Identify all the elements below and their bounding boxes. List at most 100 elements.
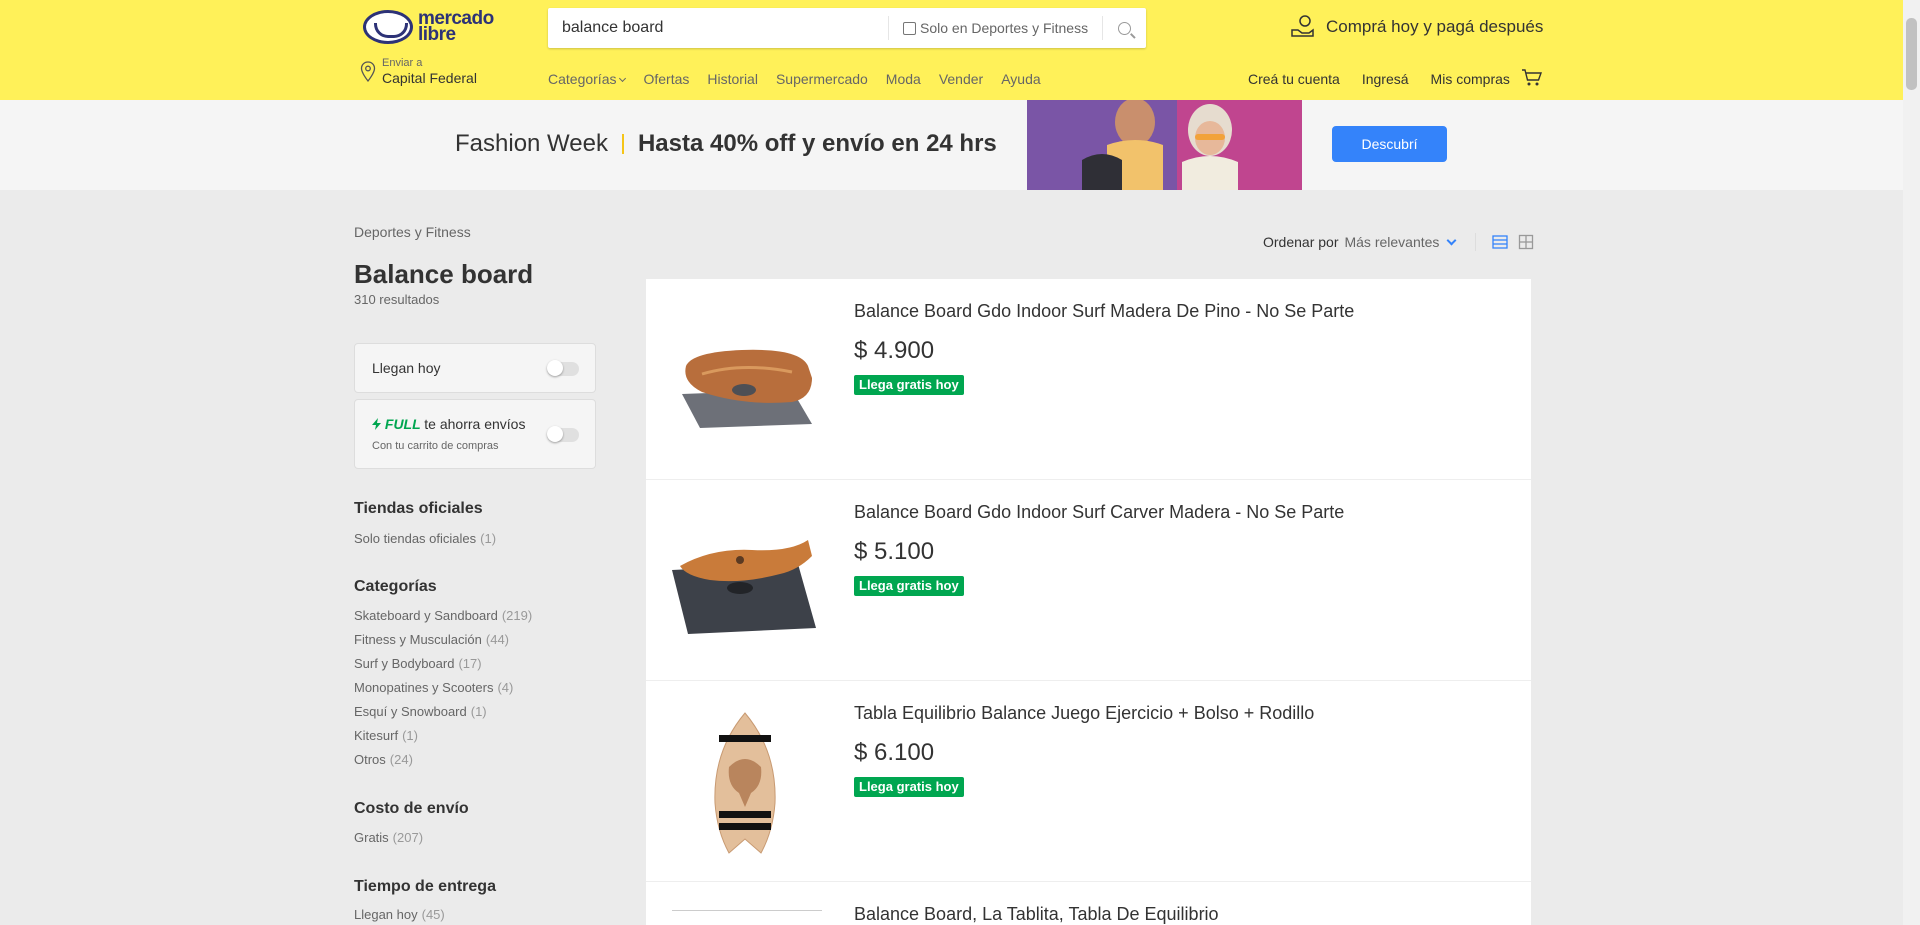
category-filter-checkbox[interactable] — [903, 21, 916, 35]
official-stores-title: Tiendas oficiales — [354, 500, 483, 517]
results-list: Balance Board Gdo Indoor Surf Madera De … — [646, 279, 1531, 925]
chevron-down-icon — [619, 74, 627, 83]
hand-coin-icon — [1291, 15, 1314, 37]
header: mercado libre Solo en Deportes y Fitness… — [0, 0, 1903, 100]
balance-board-image — [714, 712, 776, 854]
sort-dropdown[interactable]: Más relevantes — [1344, 234, 1439, 250]
filter-arrive-today[interactable]: Llegan hoy — [354, 343, 596, 393]
category-filter-label: Solo en Deportes y Fitness — [920, 20, 1089, 36]
sort-divider — [1475, 233, 1477, 251]
product-title[interactable]: Balance Board Gdo Indoor Surf Madera De … — [854, 301, 1354, 322]
product-title[interactable]: Balance Board, La Tablita, Tabla De Equi… — [854, 904, 1219, 925]
nav-supermercado[interactable]: Supermercado — [776, 71, 868, 87]
promo-banner[interactable]: Fashion Week Hasta 40% off y envío en 24… — [0, 100, 1903, 190]
discover-button[interactable]: Descubrí — [1332, 126, 1447, 162]
promo-text: Comprá hoy y pagá después — [1326, 17, 1544, 36]
nav-ofertas[interactable]: Ofertas — [643, 71, 689, 87]
location-value: Capital Federal — [382, 70, 477, 86]
scrollbar-thumb[interactable] — [1906, 18, 1917, 90]
sort-control: Ordenar por Más relevantes — [1263, 233, 1534, 251]
full-toggle[interactable] — [547, 426, 579, 442]
user-nav: Creá tu cuenta Ingresá Mis compras — [1248, 71, 1532, 87]
arrive-today-toggle[interactable] — [547, 360, 579, 376]
categories-list: Skateboard y Sandboard (219) Fitness y Mu… — [354, 604, 532, 772]
category-item[interactable]: Otros (24) — [354, 748, 532, 772]
delivery-time-title: Tiempo de entrega — [354, 878, 496, 895]
banner-title: Fashion Week — [455, 130, 608, 157]
list-item[interactable]: Balance Board Gdo Indoor Surf Madera De … — [646, 279, 1531, 480]
grid-view-icon[interactable] — [1518, 234, 1534, 250]
buy-now-pay-later-promo[interactable]: Comprá hoy y pagá después — [1290, 14, 1543, 40]
category-item[interactable]: Esquí y Snowboard (1) — [354, 700, 532, 724]
product-image[interactable] — [672, 711, 818, 857]
filter-full[interactable]: FULL te ahorra envíos Con tu carrito de … — [354, 399, 596, 469]
search-button[interactable] — [1102, 16, 1146, 40]
free-shipping-badge: Llega gratis hoy — [854, 576, 964, 596]
search-icon — [1118, 21, 1131, 35]
fashion-models-illustration — [1027, 100, 1302, 190]
search-input[interactable] — [548, 8, 888, 48]
banner-separator — [621, 134, 624, 154]
official-stores-list: Solo tiendas oficiales (1) — [354, 527, 496, 551]
delivery-time-list: Llegan hoy (45) — [354, 904, 445, 925]
nav-historial[interactable]: Historial — [707, 71, 758, 87]
category-item[interactable]: Monopatines y Scooters (4) — [354, 676, 532, 700]
shipping-cost-title: Costo de envío — [354, 800, 469, 817]
nav-moda[interactable]: Moda — [886, 71, 921, 87]
nav-ayuda[interactable]: Ayuda — [1001, 71, 1040, 87]
banner-headline: Hasta 40% off y envío en 24 hrs — [637, 130, 997, 157]
product-price: $ 4.900 — [854, 337, 935, 364]
category-item[interactable]: Kitesurf (1) — [354, 724, 532, 748]
location-label: Enviar a — [382, 57, 423, 69]
category-item[interactable]: Skateboard y Sandboard (219) — [354, 604, 532, 628]
balance-board-image — [672, 540, 816, 634]
category-item[interactable]: Fitness y Musculación (44) — [354, 628, 532, 652]
free-shipping-badge: Llega gratis hoy — [854, 375, 964, 395]
page-title: Balance board — [354, 259, 534, 289]
category-item[interactable]: Surf y Bodyboard (17) — [354, 652, 532, 676]
product-price: $ 6.100 — [854, 739, 935, 766]
free-shipping-badge: Llega gratis hoy — [854, 777, 964, 797]
cart-icon[interactable] — [1521, 69, 1543, 87]
product-price: $ 5.100 — [854, 538, 935, 565]
full-note: Con tu carrito de compras — [372, 440, 499, 452]
balance-board-image — [682, 349, 812, 428]
page-scrollbar[interactable] — [1903, 0, 1920, 925]
list-view-icon[interactable] — [1492, 234, 1509, 250]
nav-categorias[interactable]: Categorías — [548, 71, 627, 87]
delivery-item[interactable]: Llegan hoy (45) — [354, 904, 445, 925]
my-purchases-link[interactable]: Mis compras — [1431, 71, 1510, 87]
handshake-icon — [363, 10, 413, 44]
delivery-location[interactable]: Enviar a Capital Federal — [360, 57, 477, 86]
shipping-cost-list: Gratis (207) — [354, 826, 423, 850]
list-item[interactable]: Balance Board Gdo Indoor Surf Carver Mad… — [646, 480, 1531, 681]
location-pin-icon — [360, 61, 376, 83]
mercadolibre-logo[interactable]: mercado libre — [363, 9, 494, 45]
product-title[interactable]: Balance Board Gdo Indoor Surf Carver Mad… — [854, 502, 1344, 523]
results-count: 310 resultados — [354, 292, 440, 307]
shipping-item[interactable]: Gratis (207) — [354, 826, 423, 850]
product-image[interactable] — [672, 910, 822, 911]
official-stores-item[interactable]: Solo tiendas oficiales (1) — [354, 527, 496, 551]
main-nav: Categorías Ofertas Historial Supermercad… — [548, 71, 1059, 87]
full-text: te ahorra envíos — [424, 416, 526, 432]
banner-image — [1027, 100, 1302, 190]
nav-vender[interactable]: Vender — [939, 71, 983, 87]
login-link[interactable]: Ingresá — [1362, 71, 1409, 87]
chevron-down-icon[interactable] — [1446, 235, 1457, 245]
product-image[interactable] — [672, 309, 818, 455]
filter-arrive-today-label: Llegan hoy — [372, 360, 441, 376]
search-bar: Solo en Deportes y Fitness — [548, 8, 1146, 48]
product-title[interactable]: Tabla Equilibrio Balance Juego Ejercicio… — [854, 703, 1314, 724]
logo-line2: libre — [418, 24, 456, 45]
categories-title: Categorías — [354, 578, 437, 595]
list-item[interactable]: Tabla Equilibrio Balance Juego Ejercicio… — [646, 681, 1531, 882]
list-item[interactable]: Balance Board, La Tablita, Tabla De Equi… — [646, 882, 1531, 925]
full-brand: FULL — [372, 416, 424, 432]
search-category-filter[interactable]: Solo en Deportes y Fitness — [888, 16, 1088, 40]
product-image[interactable] — [672, 510, 818, 656]
breadcrumb[interactable]: Deportes y Fitness — [354, 224, 471, 240]
sort-label: Ordenar por — [1263, 234, 1339, 250]
lightning-icon — [372, 418, 381, 430]
create-account-link[interactable]: Creá tu cuenta — [1248, 71, 1340, 87]
